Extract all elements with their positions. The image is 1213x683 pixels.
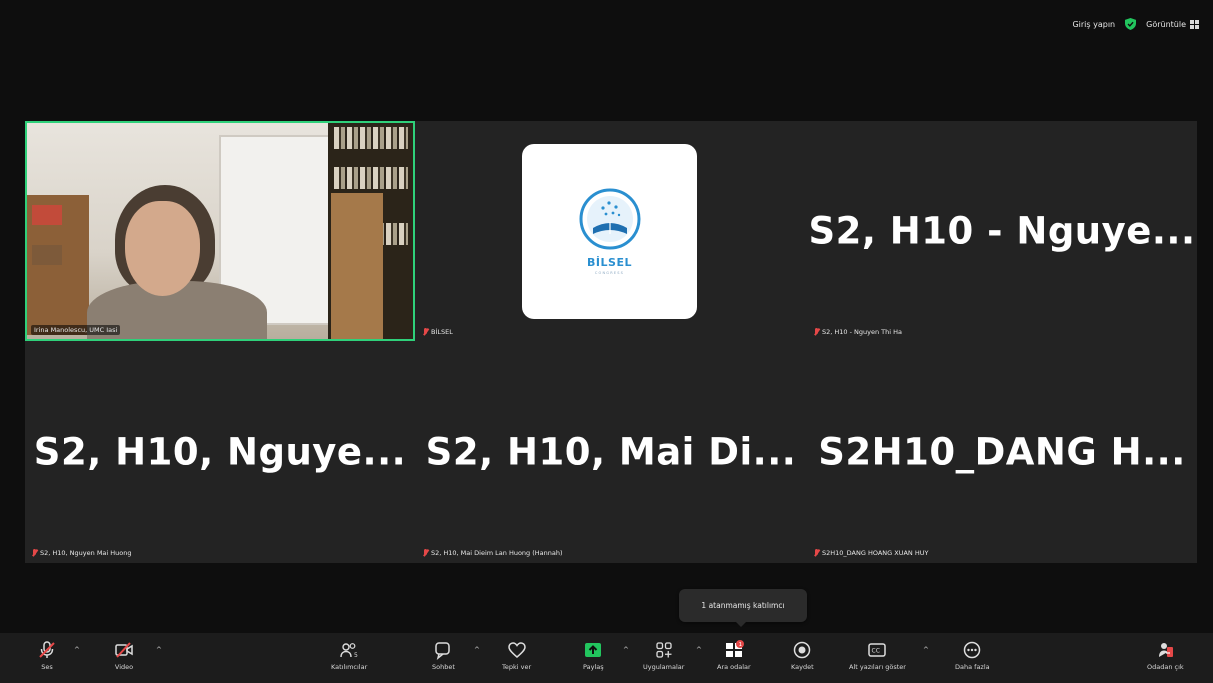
heart-react-icon [507,642,526,658]
react-button[interactable]: Tepki ver [502,640,531,671]
participant-name: S2, H10, Nguyen Mai Huong [40,549,132,557]
participant-tile-p3[interactable]: S2, H10 - Nguye... S2, H10 - Nguyen Thi … [807,121,1197,341]
grid-view-icon [1190,19,1199,29]
more-label: Daha fazla [955,663,990,671]
participant-name-label: S2, H10, Nguyen Mai Huong [29,548,135,558]
top-right-bar: Giriş yapın Görüntüle [1072,18,1199,30]
participants-icon: 5 [340,643,358,659]
video-off-icon [115,642,133,658]
breakout-rooms-button[interactable]: 1 Ara odalar [717,640,751,671]
chat-icon [435,642,451,660]
participant-tile-p4[interactable]: S2, H10, Nguye... S2, H10, Nguyen Mai Hu… [25,342,415,562]
mic-muted-icon [814,549,819,557]
view-label: Görüntüle [1146,19,1186,29]
meeting-toolbar: Ses ^ Video ^ 5 Katılımcılar Sohbet ^ Te… [0,633,1213,683]
participant-name: BİLSEL [431,328,453,336]
signin-link[interactable]: Giriş yapın [1072,20,1115,29]
mic-off-icon [39,641,55,658]
mic-muted-icon [423,549,428,557]
leave-room-label: Odadan çık [1147,663,1184,671]
participant-name: S2, H10 - Nguyen Thi Ha [822,328,903,336]
record-icon [794,641,811,659]
mic-muted-icon [423,328,428,336]
participant-tile-speaker[interactable]: Irina Manolescu, UMC Iasi [25,121,415,341]
participant-big-name: S2, H10, Nguye... [33,430,407,474]
captions-label: Alt yazıları göster [849,663,906,671]
participant-name-label: BİLSEL [420,327,456,337]
participant-name-label: S2, H10, Mai Dieim Lan Huong (Hannah) [420,548,566,558]
participant-name-label: Irina Manolescu, UMC Iasi [31,325,121,335]
participants-button[interactable]: 5 Katılımcılar [331,640,367,671]
mic-muted-icon [32,549,37,557]
participant-big-name: S2, H10 - Nguye... [808,209,1196,253]
react-label: Tepki ver [502,663,532,671]
chat-label: Sohbet [432,663,455,671]
bilsel-logo: BİLSEL CONGRESS [522,144,697,319]
participant-video [27,123,413,339]
share-options-chevron-icon[interactable]: ^ [623,646,631,654]
unassigned-participant-tooltip: 1 atanmamış katılımcı [679,589,807,627]
apps-icon [656,642,672,658]
svg-text:CC: CC [872,648,880,655]
captions-options-chevron-icon[interactable]: ^ [923,646,931,654]
leave-room-button[interactable]: Odadan çık [1147,640,1184,671]
share-label: Paylaş [583,663,604,671]
participant-name-label: S2, H10 - Nguyen Thi Ha [811,327,905,337]
participant-name: S2, H10, Mai Dieim Lan Huong (Hannah) [431,549,563,557]
chat-button[interactable]: Sohbet [432,640,455,671]
tooltip-text: 1 atanmamış katılımcı [701,601,785,610]
more-options-icon [964,641,981,659]
view-button[interactable]: Görüntüle [1146,19,1199,29]
breakout-rooms-icon: 1 [725,640,744,657]
participant-tile-bilsel[interactable]: BİLSEL CONGRESS BİLSEL [416,121,806,341]
participants-label: Katılımcılar [331,663,368,671]
video-gallery: Irina Manolescu, UMC Iasi BİLSEL CONGRES… [25,121,1197,563]
video-button[interactable]: Video [114,640,134,671]
participant-name-label: S2H10_DANG HOANG XUAN HUY [811,548,931,558]
participant-name: S2H10_DANG HOANG XUAN HUY [822,549,929,557]
logo-tag-text: CONGRESS [594,271,625,275]
breakout-rooms-badge: 1 [738,642,742,648]
mic-label: Ses [41,663,53,671]
participant-name: Irina Manolescu, UMC Iasi [34,326,118,334]
participant-tile-p6[interactable]: S2H10_DANG H... S2H10_DANG HOANG XUAN HU… [807,342,1197,562]
captions-button[interactable]: CC Alt yazıları göster [849,640,906,671]
breakout-rooms-label: Ara odalar [717,663,751,671]
record-label: Kaydet [791,663,814,671]
participants-count: 5 [354,652,358,659]
apps-button[interactable]: Uygulamalar [643,640,684,671]
mic-options-chevron-icon[interactable]: ^ [74,646,82,654]
participant-big-name: S2, H10, Mai Di... [425,430,797,474]
apps-options-chevron-icon[interactable]: ^ [696,646,704,654]
apps-label: Uygulamalar [643,663,685,671]
participant-big-name: S2H10_DANG H... [818,430,1186,474]
leave-room-icon [1159,643,1174,657]
shield-check-icon[interactable] [1125,18,1137,30]
logo-brand-text: BİLSEL [587,256,632,269]
record-button[interactable]: Kaydet [791,640,814,671]
chat-options-chevron-icon[interactable]: ^ [474,646,482,654]
video-options-chevron-icon[interactable]: ^ [156,646,164,654]
video-label: Video [114,663,134,671]
share-button[interactable]: Paylaş [583,640,604,671]
closed-captions-icon: CC [868,643,887,657]
participant-tile-p5[interactable]: S2, H10, Mai Di... S2, H10, Mai Dieim La… [416,342,806,562]
share-screen-icon [585,643,602,657]
more-button[interactable]: Daha fazla [955,640,990,671]
globe-book-icon [579,188,640,250]
mic-button[interactable]: Ses [37,640,57,671]
mic-muted-icon [814,328,819,336]
